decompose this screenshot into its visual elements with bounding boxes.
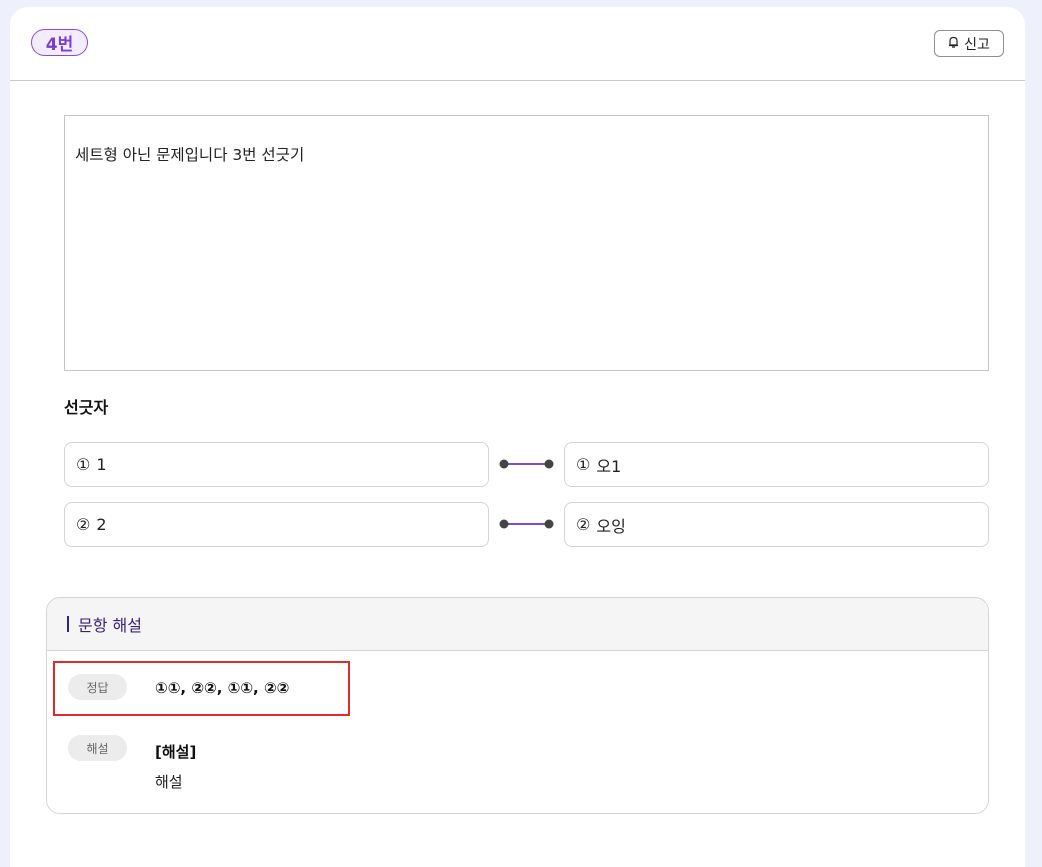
- question-text: 세트형 아닌 문제입니다 3번 선긋기: [75, 146, 305, 164]
- match-connector-1: [499, 459, 554, 469]
- option-label: 1: [96, 455, 107, 474]
- card-header: 4번 신고: [10, 7, 1025, 81]
- option-number: ①: [576, 455, 591, 474]
- option-label: 2: [96, 515, 107, 534]
- option-label: 오1: [596, 456, 622, 476]
- match-connector-2: [499, 519, 554, 529]
- option-label: 오잉: [596, 516, 626, 536]
- right-option-2[interactable]: ② 오잉: [564, 502, 989, 547]
- explanation-heading: 문항 해설: [78, 616, 142, 635]
- question-text-box: 세트형 아닌 문제입니다 3번 선긋기: [64, 115, 989, 371]
- question-number-badge: 4번: [31, 29, 88, 56]
- answer-badge: 정답: [68, 674, 127, 700]
- bell-icon: [948, 36, 959, 52]
- explanation-panel: 문항 해설 정답 ①①, ②②, ①①, ②② 해설 [해설] 해설: [46, 597, 989, 814]
- report-label: 신고: [964, 36, 990, 53]
- heading-bar: [67, 616, 69, 632]
- explanation-title: [해설]: [155, 743, 197, 761]
- matching-title: 선긋자: [64, 398, 109, 417]
- option-number: ①: [76, 455, 91, 474]
- answer-value: ①①, ②②, ①①, ②②: [155, 679, 290, 697]
- left-option-2[interactable]: ② 2: [64, 502, 489, 547]
- left-option-1[interactable]: ① 1: [64, 442, 489, 487]
- option-number: ②: [76, 515, 91, 534]
- report-button[interactable]: 신고: [934, 30, 1004, 57]
- option-number: ②: [576, 515, 591, 534]
- question-card: 4번 신고 세트형 아닌 문제입니다 3번 선긋기 선긋자 ① 1 ① 오1 ②…: [10, 7, 1025, 867]
- right-option-1[interactable]: ① 오1: [564, 442, 989, 487]
- explain-badge: 해설: [68, 735, 127, 761]
- explanation-body: 해설: [155, 773, 183, 791]
- explanation-header: 문항 해설: [47, 598, 988, 651]
